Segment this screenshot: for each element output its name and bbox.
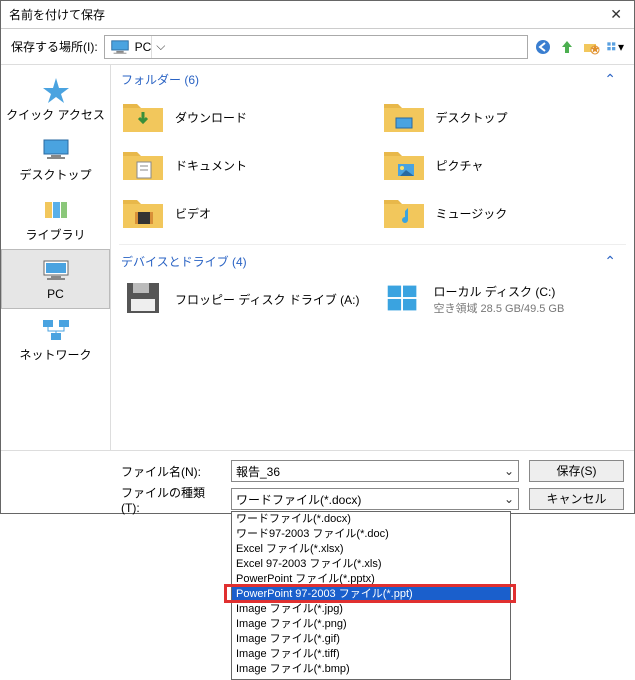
sidebar-label: ネットワーク	[19, 346, 91, 363]
location-combo[interactable]: PC ⌵	[104, 35, 528, 59]
folder-item[interactable]: ビデオ	[117, 190, 368, 236]
collapse-icon[interactable]: ⌃	[604, 253, 624, 270]
save-as-dialog: 名前を付けて保存 ✕ 保存する場所(I): PC ⌵ ★ ▾ クイック アクセス…	[0, 0, 635, 514]
close-icon[interactable]: ✕	[604, 4, 628, 25]
bottom-panel: ファイル名(N): 報告_36 ⌄ 保存(S) ファイルの種類(T): ワードフ…	[1, 450, 634, 513]
filetype-combo[interactable]: ワードファイル(*.docx) ⌄	[231, 488, 519, 510]
folder-label: ミュージック	[436, 205, 508, 222]
pc-icon	[39, 257, 73, 285]
folder-label: ビデオ	[175, 205, 211, 222]
svg-text:★: ★	[590, 42, 600, 56]
folder-label: ダウンロード	[175, 109, 247, 126]
drive-item[interactable]: フロッピー ディスク ドライブ (A:)	[117, 276, 368, 322]
music-folder-icon	[382, 194, 426, 232]
folder-item[interactable]: ミュージック	[378, 190, 629, 236]
filetype-option[interactable]: Image ファイル(*.gif)	[232, 632, 510, 647]
sidebar-item-libraries[interactable]: ライブラリ	[1, 189, 110, 249]
downloads-folder-icon	[121, 98, 165, 136]
new-folder-icon[interactable]: ★	[582, 38, 600, 56]
filetype-option[interactable]: ワードファイル(*.docx)	[232, 512, 510, 527]
desktop-folder-icon	[382, 98, 426, 136]
titlebar: 名前を付けて保存 ✕	[1, 1, 634, 29]
windows-drive-icon	[382, 279, 424, 320]
filename-input[interactable]: 報告_36 ⌄	[231, 460, 519, 482]
filetype-option[interactable]: Excel ファイル(*.xlsx)	[232, 542, 510, 557]
filename-label: ファイル名(N):	[121, 463, 221, 480]
window-title: 名前を付けて保存	[7, 6, 105, 23]
libraries-icon	[39, 196, 73, 224]
sidebar-item-quickaccess[interactable]: クイック アクセス	[1, 69, 110, 129]
chevron-down-icon[interactable]: ⌄	[504, 492, 514, 506]
up-icon[interactable]	[558, 38, 576, 56]
drive-item[interactable]: ローカル ディスク (C:)空き領域 28.5 GB/49.5 GB	[378, 276, 629, 322]
sidebar-item-desktop[interactable]: デスクトップ	[1, 129, 110, 189]
location-label: 保存する場所(I):	[11, 38, 98, 55]
folder-item[interactable]: デスクトップ	[378, 94, 629, 140]
file-pane: フォルダー (6) ⌃ ダウンロード デスクトップドキュメント ピクチャビデオ ミュー…	[111, 65, 634, 450]
sidebar-item-network[interactable]: ネットワーク	[1, 309, 110, 369]
sidebar-label: ライブラリ	[25, 226, 85, 243]
folder-label: デスクトップ	[436, 109, 508, 126]
places-sidebar: クイック アクセス デスクトップ ライブラリ PC ネットワーク	[1, 65, 111, 450]
folders-header[interactable]: フォルダー (6) ⌃	[111, 65, 634, 92]
drive-label: フロッピー ディスク ドライブ (A:)	[175, 291, 360, 308]
filetype-option[interactable]: Image ファイル(*.tiff)	[232, 647, 510, 662]
filetype-option[interactable]: Excel 97-2003 ファイル(*.xls)	[232, 557, 510, 572]
save-button[interactable]: 保存(S)	[529, 460, 624, 482]
folder-item[interactable]: ダウンロード	[117, 94, 368, 140]
location-text: PC	[135, 40, 152, 54]
folder-label: ピクチャ	[436, 157, 484, 174]
sidebar-label: PC	[47, 287, 64, 301]
drive-sub: 空き領域 28.5 GB/49.5 GB	[434, 300, 565, 316]
folder-item[interactable]: ドキュメント	[117, 142, 368, 188]
filetype-label: ファイルの種類(T):	[121, 484, 221, 515]
filetype-option[interactable]: ワード97-2003 ファイル(*.doc)	[232, 527, 510, 542]
sidebar-label: デスクトップ	[19, 166, 91, 183]
folder-item[interactable]: ピクチャ	[378, 142, 629, 188]
view-menu-icon[interactable]: ▾	[606, 38, 624, 56]
star-icon	[39, 76, 73, 104]
devices-header[interactable]: デバイスとドライブ (4) ⌃	[111, 247, 634, 274]
cancel-button[interactable]: キャンセル	[529, 488, 624, 510]
desktop-icon	[39, 136, 73, 164]
sidebar-label: クイック アクセス	[6, 106, 105, 123]
documents-folder-icon	[121, 146, 165, 184]
sidebar-item-pc[interactable]: PC	[1, 249, 110, 309]
folder-label: ドキュメント	[175, 157, 247, 174]
pc-icon	[109, 39, 131, 55]
chevron-down-icon[interactable]: ⌄	[504, 464, 514, 478]
filetype-option[interactable]: Image ファイル(*.png)	[232, 617, 510, 632]
floppy-icon	[121, 279, 165, 320]
annotation-highlight	[224, 584, 516, 603]
toolbar: 保存する場所(I): PC ⌵ ★ ▾	[1, 29, 634, 65]
filetype-option[interactable]: Image ファイル(*.jpg)	[232, 602, 510, 617]
collapse-icon[interactable]: ⌃	[604, 71, 624, 88]
network-icon	[39, 316, 73, 344]
chevron-down-icon[interactable]: ⌵	[151, 36, 169, 58]
back-icon[interactable]	[534, 38, 552, 56]
pictures-folder-icon	[382, 146, 426, 184]
videos-folder-icon	[121, 194, 165, 232]
drive-label: ローカル ディスク (C:)	[434, 283, 565, 300]
filetype-option[interactable]: Image ファイル(*.bmp)	[232, 662, 510, 677]
